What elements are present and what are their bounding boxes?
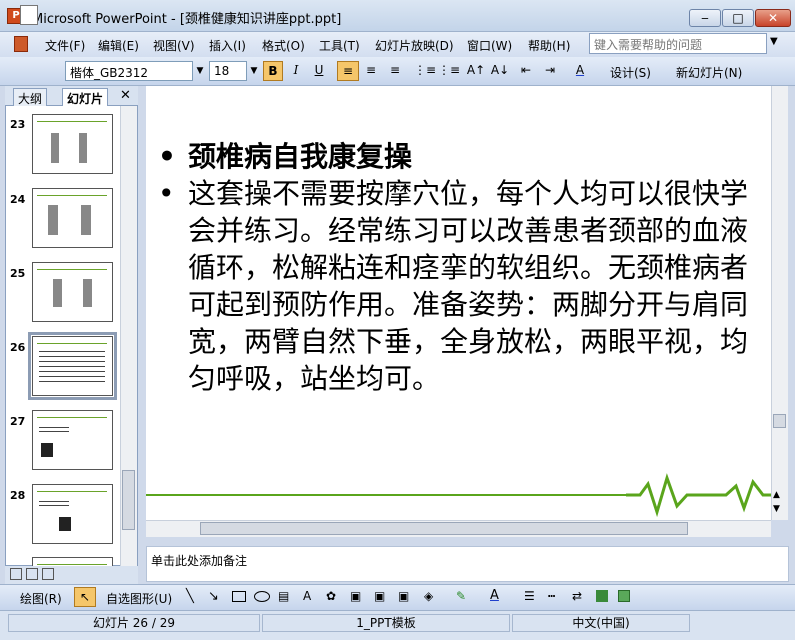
select-arrow-icon[interactable]: ↖ [74,587,96,607]
menu-edit[interactable]: 编辑(E) [98,37,139,54]
notes-pane[interactable]: 单击此处添加备注 [146,546,789,582]
numbering-icon[interactable]: ⋮≡ [414,61,436,81]
menu-tools[interactable]: 工具(T) [319,37,360,54]
decrease-indent-icon[interactable]: ⇤ [516,61,536,81]
slideshow-view-icon[interactable] [42,568,54,580]
design-button[interactable]: 设计(S) [610,64,651,81]
menu-help[interactable]: 帮助(H) [528,37,570,54]
window-title: Microsoft PowerPoint - [颈椎健康知识讲座ppt.ppt] [32,12,342,27]
slide-thumbnail-24[interactable] [32,188,113,248]
normal-view-icon[interactable] [10,568,22,580]
slide-text-box[interactable]: 颈椎病自我康复操 这套操不需要按摩穴位，每个人均可以很快学会并练习。经常练习可以… [158,138,770,397]
slide-thumbnail-26[interactable] [28,332,117,400]
diagram-tool-icon[interactable]: ✿ [326,589,336,603]
menu-format[interactable]: 格式(O) [262,37,305,54]
menu-file[interactable]: 文件(F) [45,37,85,54]
shadow-style-icon[interactable] [596,590,608,602]
close-window-button[interactable]: ✕ [755,9,791,27]
slide-thumbnail-28[interactable] [32,484,113,544]
align-left-icon[interactable]: ≡ [337,61,359,81]
new-document-icon[interactable] [20,5,38,25]
prev-slide-icon[interactable]: ▲ [773,490,780,500]
slide-thumbnail-27[interactable] [32,410,113,470]
status-slide-position: 幻灯片 26 / 29 [8,614,260,632]
tab-outline[interactable]: 大纲 [13,88,48,106]
horizontal-scroll-thumb[interactable] [200,522,688,535]
status-template-name: 1_PPT模板 [262,614,510,632]
help-search-input[interactable]: 键入需要帮助的问题 [589,33,767,54]
font-color-icon[interactable]: A [570,61,590,81]
slide-number-26: 26 [10,341,26,354]
menu-slideshow[interactable]: 幻灯片放映(D) [375,37,454,54]
increase-font-icon[interactable]: A↑ [466,61,486,81]
line-style-icon[interactable]: ☰ [524,589,535,603]
wordart-tool-icon[interactable]: A [303,589,311,603]
size-dropdown-icon[interactable]: ▼ [247,63,261,79]
help-dropdown-icon[interactable]: ▼ [770,36,778,47]
arrow-tool-icon[interactable]: ↘ [208,589,219,604]
underline-button[interactable]: U [309,61,329,81]
bullets-icon[interactable]: ⋮≡ [438,61,460,81]
dash-style-icon[interactable]: ┅ [548,589,555,603]
slide-scroll-thumb[interactable] [773,414,786,428]
menu-window[interactable]: 窗口(W) [467,37,512,54]
heartbeat-line-graphic [146,473,771,518]
maximize-button[interactable]: □ [722,9,754,27]
italic-button[interactable]: I [286,61,306,81]
menu-view[interactable]: 视图(V) [153,37,195,54]
bold-button[interactable]: B [263,61,283,81]
oval-tool-icon[interactable] [254,591,270,602]
align-center-icon[interactable]: ≡ [361,61,381,81]
slide-number-27: 27 [10,415,26,428]
slide-thumbnail-25[interactable] [32,262,113,322]
font-dropdown-icon[interactable]: ▼ [193,63,207,79]
next-slide-icon[interactable]: ▼ [773,504,780,514]
slide-number-25: 25 [10,267,26,280]
font-name-select[interactable]: 楷体_GB2312 [65,61,193,81]
slide-thumbnail-23[interactable] [32,114,113,174]
line-tool-icon[interactable]: ╲ [186,589,194,604]
slide-number-24: 24 [10,193,26,206]
clipart-tool-icon[interactable]: ▣ [350,589,361,603]
slide-number-23: 23 [10,118,26,131]
line-color-icon[interactable]: ✎ [456,589,466,603]
slide-vertical-scrollbar[interactable] [771,86,788,520]
slide-sorter-icon[interactable] [26,568,38,580]
thumbnail-scroll-thumb[interactable] [122,470,135,530]
slide-number-28: 28 [10,489,26,502]
rectangle-tool-icon[interactable] [232,591,246,602]
fill-color-icon[interactable]: ◈ [424,589,433,603]
minimize-button[interactable]: ‒ [689,9,721,27]
3d-style-icon[interactable] [618,590,630,602]
draw-menu-button[interactable]: 绘图(R) [20,590,62,607]
document-icon[interactable] [14,36,28,52]
align-right-icon[interactable]: ≡ [385,61,405,81]
drawing-font-color-icon[interactable]: A [490,588,499,603]
textbox-tool-icon[interactable]: ▤ [278,589,289,603]
insert-picture-icon[interactable]: ▣ [398,589,409,603]
slide-thumbnail-29[interactable] [32,557,113,566]
status-language: 中文(中国) [512,614,690,632]
panel-close-icon[interactable]: ✕ [120,88,131,103]
picture-tool-icon[interactable]: ▣ [374,589,385,603]
new-slide-button[interactable]: 新幻灯片(N) [676,64,742,81]
slide-body: 这套操不需要按摩穴位，每个人均可以很快学会并练习。经常练习可以改善患者颈部的血液… [158,175,770,397]
slide-heading: 颈椎病自我康复操 [158,138,770,175]
arrow-style-icon[interactable]: ⇄ [572,589,582,603]
decrease-font-icon[interactable]: A↓ [490,61,510,81]
font-size-select[interactable]: 18 [209,61,247,81]
tab-slides[interactable]: 幻灯片 [62,88,109,106]
increase-indent-icon[interactable]: ⇥ [540,61,560,81]
view-buttons [5,566,138,584]
autoshapes-button[interactable]: 自选图形(U) [106,590,172,607]
menu-insert[interactable]: 插入(I) [209,37,246,54]
